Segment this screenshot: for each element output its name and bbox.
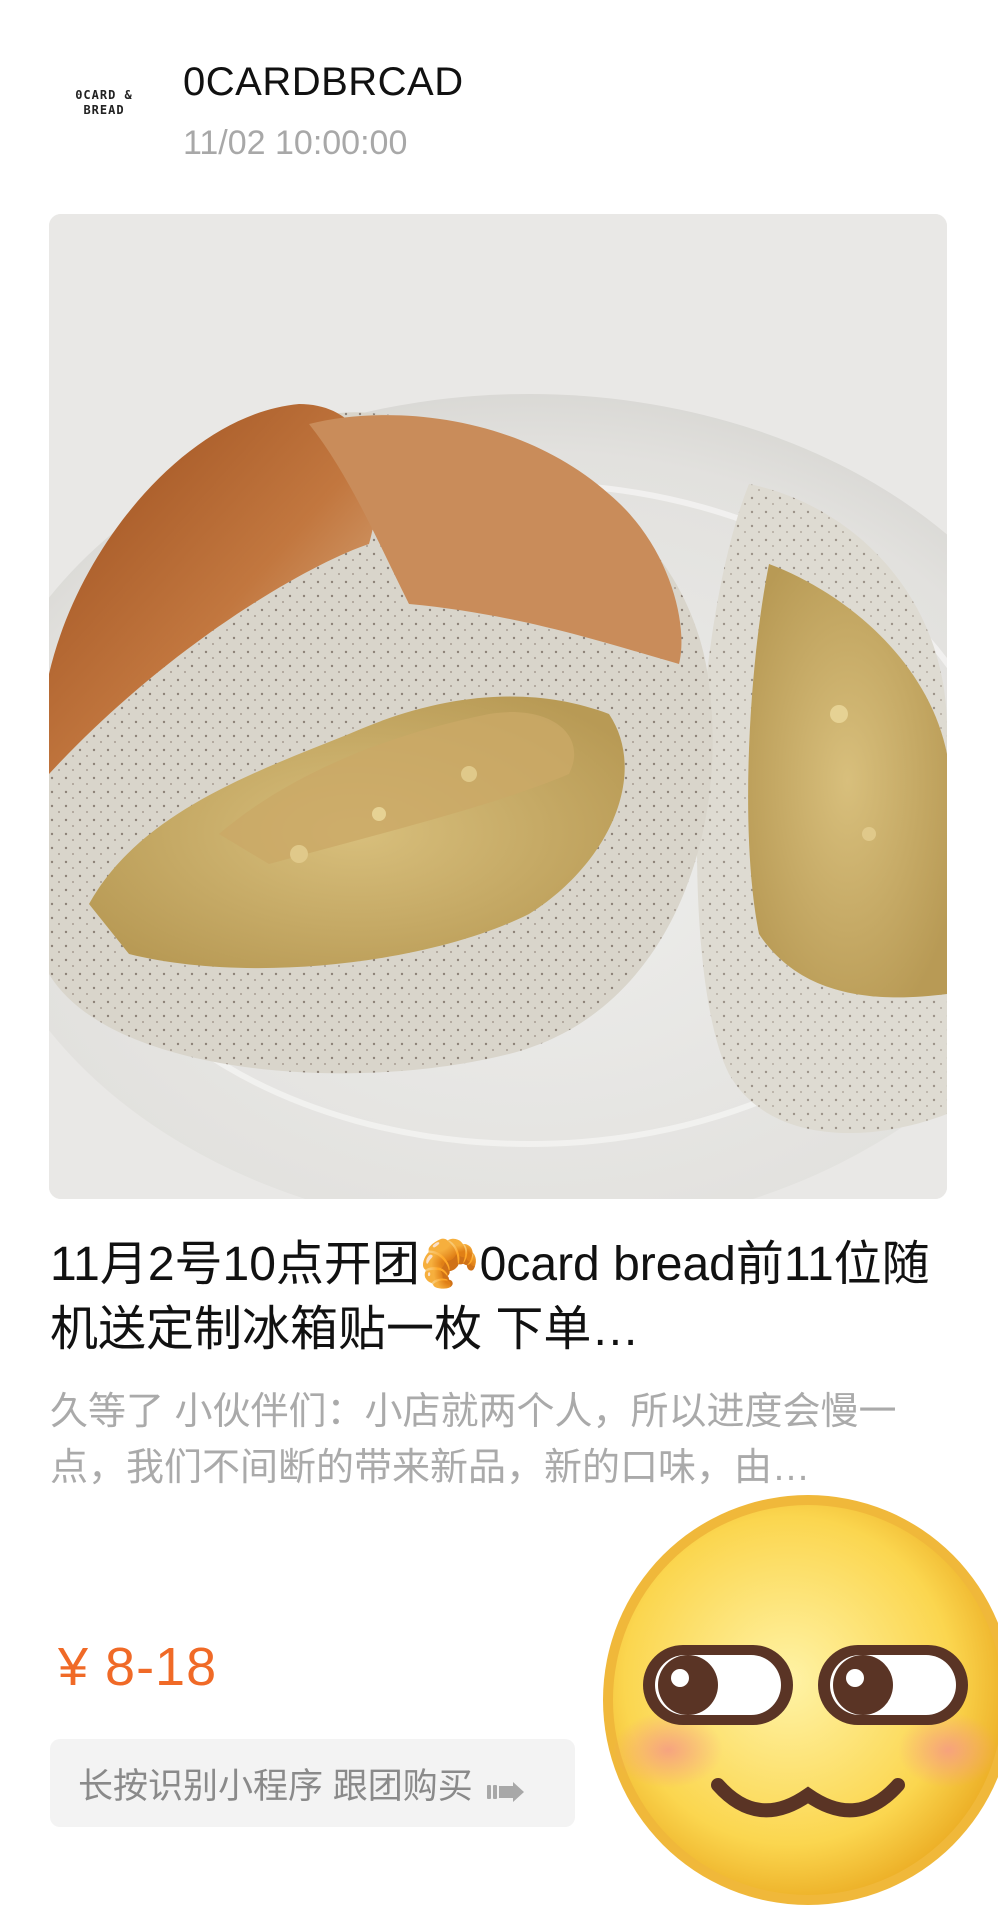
price-range: ¥ 8-18 (58, 1637, 218, 1697)
cta-label: 长按识别小程序 跟团购买 (78, 1766, 473, 1806)
group-buy-card: 0CARD & BREAD 0CARDBRCAD 11/02 10:00:00 (0, 0, 998, 1920)
pointing-hand-icon (486, 1772, 525, 1802)
post-timestamp: 11/02 10:00:00 (183, 124, 408, 162)
smirk-emoji-sticker (598, 1490, 998, 1920)
logo-text-line2: BREAD (83, 102, 125, 117)
bagel-photo-illustration (49, 214, 947, 1199)
shop-logo[interactable]: 0CARD & BREAD (58, 70, 150, 134)
product-photo[interactable] (49, 214, 947, 1199)
join-group-buy-button[interactable]: 长按识别小程序 跟团购买 (50, 1739, 575, 1827)
shop-name[interactable]: 0CARDBRCAD (183, 60, 464, 105)
logo-text-line1: 0CARD & (75, 87, 133, 102)
post-description: 久等了 小伙伴们：小店就两个人，所以进度会慢一点，我们不间断的带来新品，新的口味… (50, 1391, 897, 1489)
post-title[interactable]: 11月2号10点开团🥐0card bread前11位随机送定制冰箱贴一枚 下单… (50, 1232, 950, 1362)
